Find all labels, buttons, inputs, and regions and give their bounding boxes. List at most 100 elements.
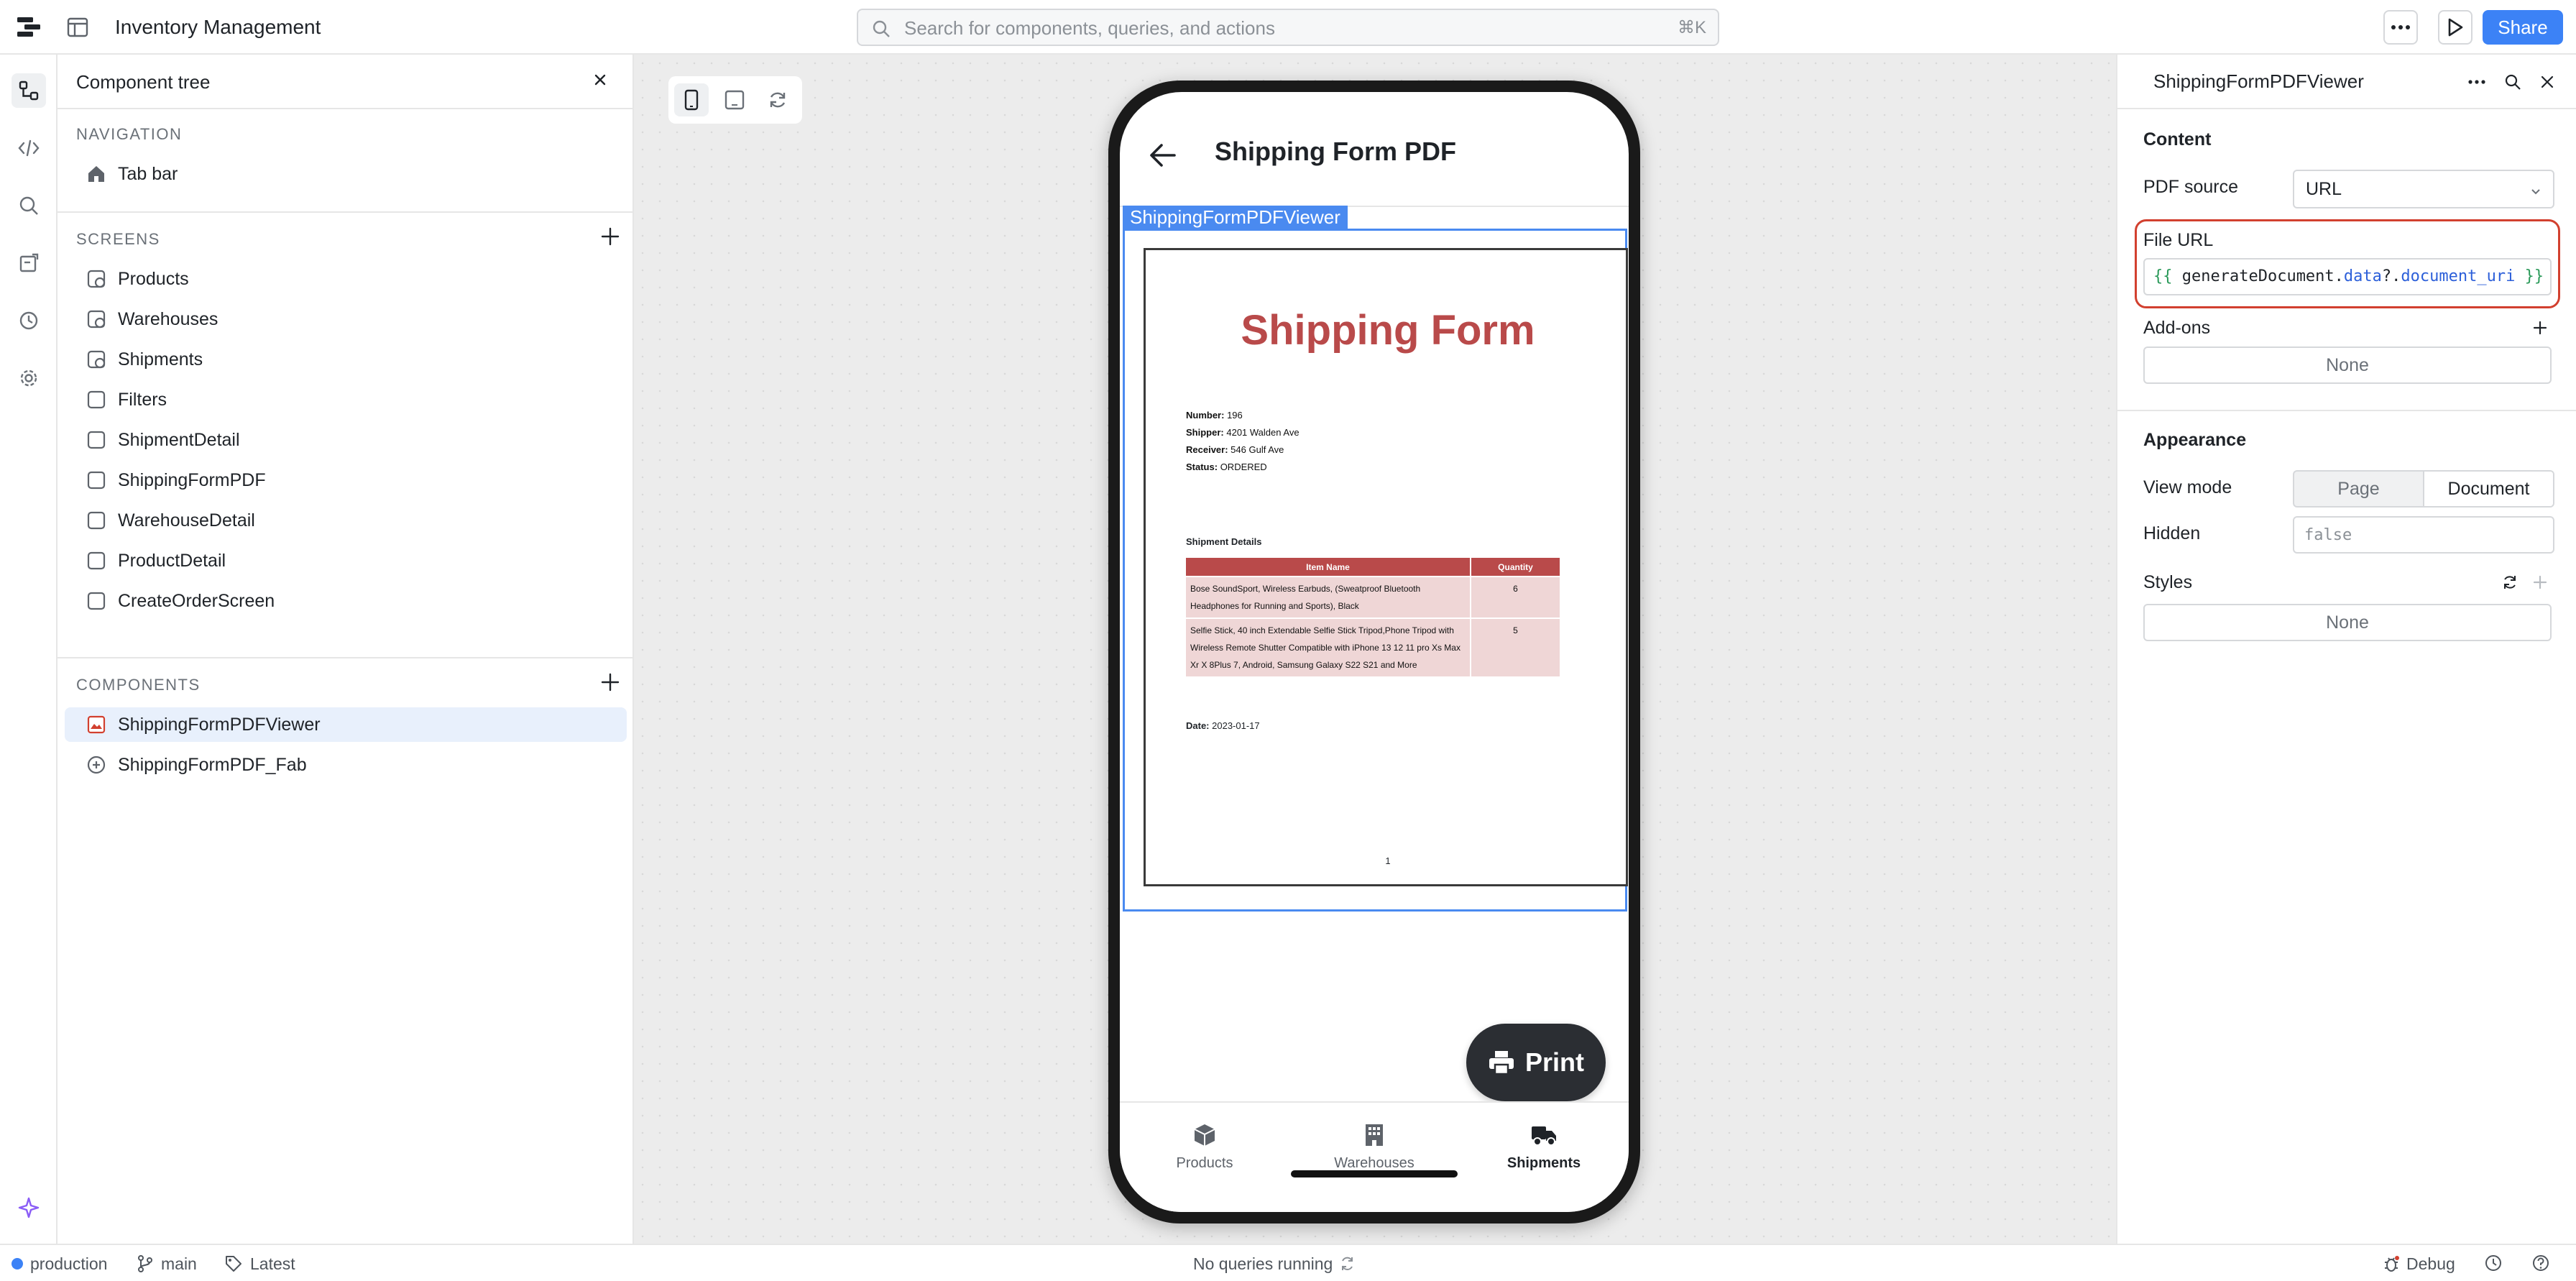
tree-item-shipping-form-pdf[interactable]: ShippingFormPDF [65,463,627,497]
history-icon [19,311,38,330]
hidden-field[interactable]: false [2293,516,2554,554]
tree-item-shipment-detail[interactable]: ShipmentDetail [65,423,627,457]
print-fab-button[interactable]: Print [1466,1024,1606,1101]
inspector-title[interactable]: ShippingFormPDFViewer [2153,70,2364,93]
tree-item-tab-bar[interactable]: Tab bar [65,157,627,191]
tree-item-label: ShippingFormPDF [118,469,266,490]
branch-selector[interactable]: main [137,1254,197,1274]
add-style-icon[interactable] [2529,571,2552,594]
pdf-source-select[interactable]: URL [2293,170,2554,208]
device-toolbar [668,76,802,124]
view-mode-page[interactable]: Page [2294,472,2423,506]
tree-item-products[interactable]: Products [65,262,627,296]
search-tab[interactable] [12,188,46,223]
pdf-source-label: PDF source [2143,177,2238,197]
play-icon [2448,18,2463,37]
screens-section-label: SCREENS [76,230,160,248]
inspector-header: ShippingFormPDFViewer [2117,55,2576,109]
screen-tab-icon [85,308,108,331]
screen-icon [85,549,108,572]
search-icon [871,19,891,42]
assist-tab[interactable] [12,1190,46,1225]
view-mode-toggle: Page Document [2293,470,2554,508]
tree-item-filters[interactable]: Filters [65,382,627,417]
screen-title: Shipping Form PDF [1215,137,1456,166]
tablet-mode-button[interactable] [717,83,752,116]
search-icon [19,196,38,215]
styles-field[interactable]: None [2143,604,2552,641]
rotate-button[interactable] [760,83,795,116]
ellipsis-icon[interactable] [2465,70,2488,93]
view-mode-document[interactable]: Document [2423,472,2553,506]
share-button[interactable]: Share [2483,10,2563,45]
tree-item-create-order-screen[interactable]: CreateOrderScreen [65,584,627,618]
table-row: Bose SoundSport, Wireless Earbuds, (Swea… [1186,576,1561,618]
tree-item-warehouses[interactable]: Warehouses [65,302,627,336]
table-cell: Selfie Stick, 40 inch Extendable Selfie … [1186,617,1471,676]
inspector-panel: ShippingFormPDFViewer Content PDF source… [2116,55,2576,1244]
reset-styles-icon[interactable] [2498,571,2521,594]
file-url-field[interactable]: {{ generateDocument.data?.document_uri }… [2143,258,2552,295]
toggle-panels-icon[interactable] [65,14,91,40]
environment-selector[interactable]: production [12,1254,107,1274]
content-section-label: Content [2143,129,2212,150]
help-icon[interactable] [2531,1254,2550,1272]
tree-item-warehouse-detail[interactable]: WarehouseDetail [65,503,627,538]
state-tab[interactable] [12,246,46,280]
tree-item-label: Warehouses [118,308,218,329]
add-component-icon[interactable] [599,671,621,697]
selected-component-tag[interactable]: ShippingFormPDFViewer [1123,206,1348,229]
tree-header: Component tree [58,55,632,109]
settings-tab[interactable] [12,361,46,395]
add-addon-icon[interactable] [2529,316,2552,339]
phone-portrait-icon [684,89,699,111]
pdf-viewer[interactable]: Shipping Form Number: 196 Shipper: 4201 … [1123,229,1628,912]
preview-canvas[interactable]: Shipping Form PDF ShippingFormPDFViewer … [634,55,2116,1244]
global-search[interactable]: ⌘K [857,9,1719,46]
history-icon[interactable] [2484,1254,2503,1272]
add-screen-icon[interactable] [599,226,621,251]
debug-button[interactable]: Debug [2383,1254,2455,1274]
search-input[interactable] [904,16,1623,40]
tab-shipments[interactable]: Shipments [1459,1107,1629,1186]
table-cell: 5 [1471,617,1561,676]
component-tree-tab[interactable] [12,73,46,108]
pdf-page-number: 1 [1385,855,1391,866]
addons-field[interactable]: None [2143,346,2552,384]
more-options-button[interactable] [2383,10,2418,45]
home-icon [85,162,108,185]
styles-label: Styles [2143,572,2193,592]
rotate-icon [770,92,786,108]
table-row: Selfie Stick, 40 inch Extendable Selfie … [1186,617,1561,676]
table-cell: 6 [1471,576,1561,618]
screen-tab-icon [85,267,108,290]
retool-logo-icon[interactable] [16,14,42,40]
tree-item-shipping-form-pdf-viewer[interactable]: ShippingFormPDFViewer [65,707,627,742]
environment-dot-icon [12,1258,23,1269]
version-selector[interactable]: Latest [224,1254,295,1274]
refresh-icon [1342,1257,1353,1270]
tree-item-shipments[interactable]: Shipments [65,342,627,377]
git-branch-icon [138,1255,152,1272]
tree-item-label: Tab bar [118,163,178,184]
portrait-mode-button[interactable] [674,83,709,116]
search-icon[interactable] [2501,70,2524,93]
queries-status[interactable]: No queries running [1193,1254,1356,1274]
truck-icon [1532,1126,1556,1146]
phone-screen: Shipping Form PDF ShippingFormPDFViewer … [1120,92,1629,1212]
app-title[interactable]: Inventory Management [115,14,321,40]
close-icon[interactable] [2536,70,2559,93]
close-icon[interactable] [589,69,611,94]
code-tab[interactable] [12,131,46,165]
tab-products[interactable]: Products [1120,1107,1289,1186]
panel-title: Component tree [76,71,211,93]
back-arrow-icon[interactable] [1149,142,1177,172]
screen-icon [85,388,108,411]
pdf-date: Date: 2023-01-17 [1186,720,1260,731]
tree-item-product-detail[interactable]: ProductDetail [65,543,627,578]
home-indicator [1291,1170,1458,1177]
tree-item-shipping-form-pdf-fab[interactable]: ShippingFormPDF_Fab [65,748,627,782]
preview-button[interactable] [2438,10,2472,45]
appearance-section-label: Appearance [2143,430,2247,450]
history-tab[interactable] [12,303,46,338]
